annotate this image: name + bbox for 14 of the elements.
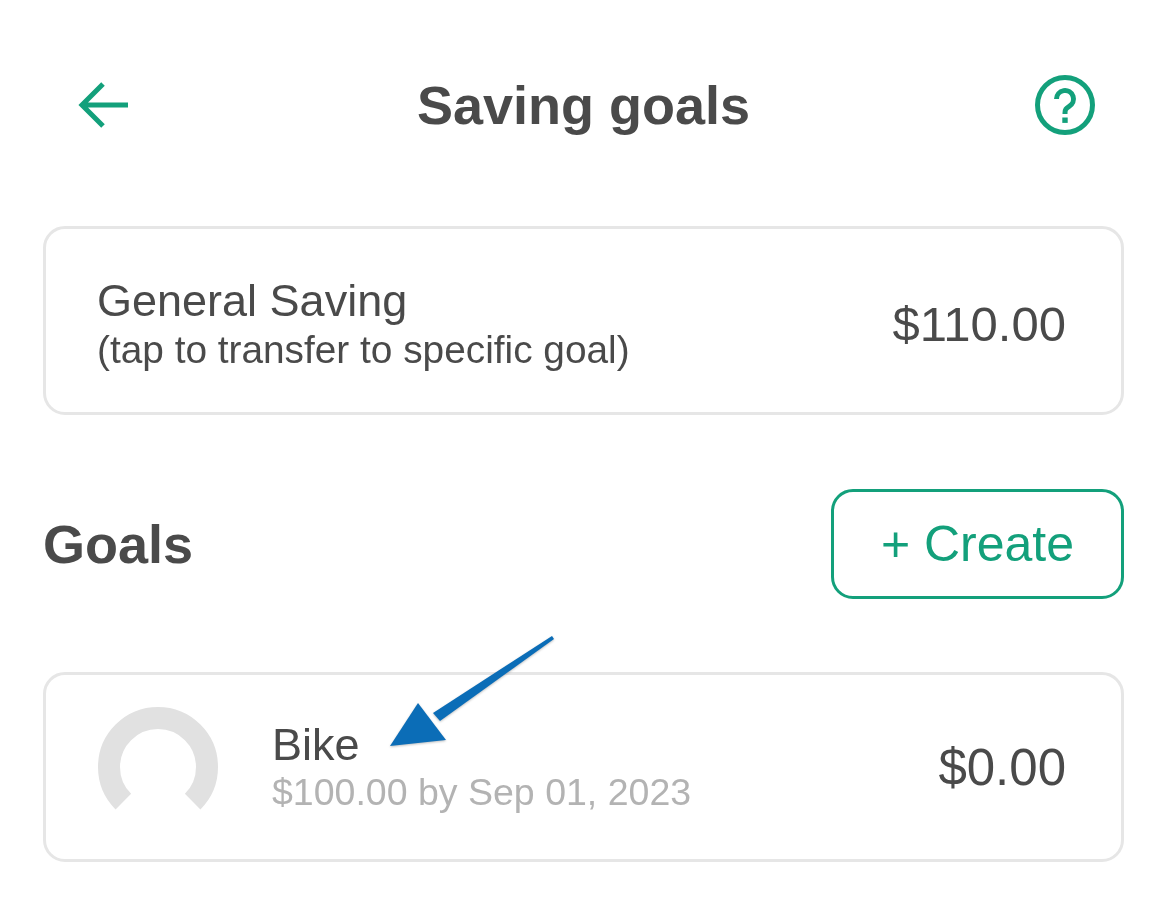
card-title: General Saving [97, 274, 409, 327]
goal-amount: $0.00 [938, 737, 1066, 797]
goal-target: $100.00 by Sep 01, 2023 [272, 770, 693, 814]
back-arrow-icon [78, 82, 128, 128]
card-hint: (tap to transfer to specific goal) [97, 326, 630, 373]
balance-amount: $110.00 [892, 295, 1066, 352]
page-title: Saving goals [416, 74, 751, 136]
section-heading: Goals [43, 513, 194, 575]
help-button[interactable] [1035, 75, 1095, 135]
goal-name: Bike [272, 720, 361, 770]
help-icon [1035, 75, 1095, 135]
general-saving-card[interactable]: General Saving (tap to transfer to specific goal) $110.00 [43, 226, 1124, 415]
goal-card[interactable]: Bike $100.00 by Sep 01, 2023 $0.00 [43, 672, 1124, 862]
back-button[interactable] [78, 82, 128, 128]
